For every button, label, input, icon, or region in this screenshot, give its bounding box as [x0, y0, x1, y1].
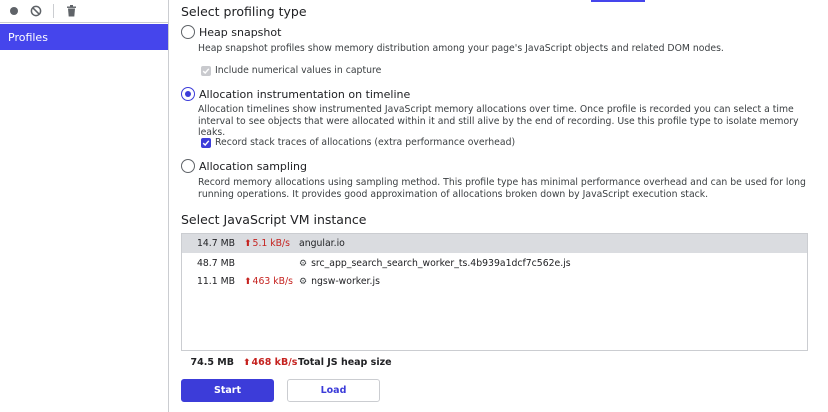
gear-icon: ⚙: [299, 258, 308, 269]
checkbox[interactable]: [201, 137, 211, 148]
radio-allocation-timeline[interactable]: Allocation instrumentation on timeline: [181, 87, 410, 101]
radio-label: Heap snapshot: [199, 25, 282, 39]
sidebar-toolbar: [0, 0, 168, 23]
checkbox-record-stack-traces[interactable]: Record stack traces of allocations (extr…: [201, 137, 515, 148]
radio-button[interactable]: [181, 159, 195, 173]
profiling-type-title: Select profiling type: [181, 4, 307, 19]
total-heap-label: Total JS heap size: [298, 357, 392, 368]
record-icon[interactable]: [5, 2, 23, 20]
total-heap-size: 74.5 MB: [190, 357, 234, 368]
radio-allocation-sampling[interactable]: Allocation sampling: [181, 159, 307, 173]
total-heap-row: 74.5 MB ⬆ 468 kB/s Total JS heap size: [181, 357, 808, 373]
tab-accent-indicator: [591, 0, 645, 2]
arrow-up-icon: ⬆: [244, 238, 252, 249]
radio-button[interactable]: [181, 25, 195, 39]
vm-instance-list: 14.7 MB ⬆ 5.1 kB/s angular.io 48.7 MB ⚙ sr…: [181, 233, 808, 351]
vm-name: ⚙ ngsw-worker.js: [299, 276, 380, 287]
radio-button[interactable]: [181, 87, 195, 101]
allocation-sampling-description: Record memory allocations using sampling…: [198, 177, 806, 200]
heap-rate: ⬆ 463 kB/s: [244, 276, 293, 287]
load-button[interactable]: Load: [287, 379, 380, 402]
profiles-sidebar: Profiles: [0, 0, 169, 412]
vm-name: ⚙ src_app_search_search_worker_ts.4b939a1…: [299, 258, 571, 269]
toolbar-divider: [53, 4, 54, 18]
radio-label: Allocation instrumentation on timeline: [199, 87, 411, 101]
sidebar-item-profiles[interactable]: Profiles: [0, 24, 168, 50]
trash-icon[interactable]: [62, 2, 80, 20]
vm-instance-title: Select JavaScript VM instance: [181, 212, 367, 227]
heap-size: 48.7 MB: [196, 258, 235, 269]
profiles-main-panel: Select profiling type Heap snapshot Heap…: [181, 0, 821, 412]
checkbox-label: Include numerical values in capture: [215, 65, 382, 76]
checkbox-include-numerical-values: Include numerical values in capture: [201, 65, 381, 76]
heap-size: 11.1 MB: [196, 276, 235, 287]
heap-rate: ⬆ 5.1 kB/s: [244, 238, 291, 249]
vm-instance-row[interactable]: 14.7 MB ⬆ 5.1 kB/s angular.io: [182, 234, 807, 253]
clear-icon[interactable]: [27, 2, 45, 20]
allocation-timeline-description: Allocation timelines show instrumented J…: [198, 104, 799, 138]
radio-label: Allocation sampling: [199, 159, 307, 173]
arrow-up-icon: ⬆: [244, 276, 252, 287]
vm-instance-row[interactable]: 48.7 MB ⚙ src_app_search_search_worker_ts…: [182, 254, 807, 273]
start-button[interactable]: Start: [181, 379, 274, 402]
sidebar-item-label: Profiles: [8, 30, 48, 44]
checkbox: [201, 65, 211, 76]
checkbox-label: Record stack traces of allocations (extr…: [215, 137, 516, 148]
vm-instance-row[interactable]: 11.1 MB ⬆ 463 kB/s ⚙ ngsw-worker.js: [182, 272, 807, 291]
radio-heap-snapshot[interactable]: Heap snapshot: [181, 25, 281, 39]
heap-size: 14.7 MB: [196, 238, 235, 249]
vm-name: angular.io: [299, 238, 345, 249]
heap-snapshot-description: Heap snapshot profiles show memory distr…: [198, 43, 724, 54]
arrow-up-icon: ⬆: [243, 357, 251, 368]
gear-icon: ⚙: [299, 276, 308, 287]
total-heap-rate: ⬆ 468 kB/s: [243, 357, 298, 368]
